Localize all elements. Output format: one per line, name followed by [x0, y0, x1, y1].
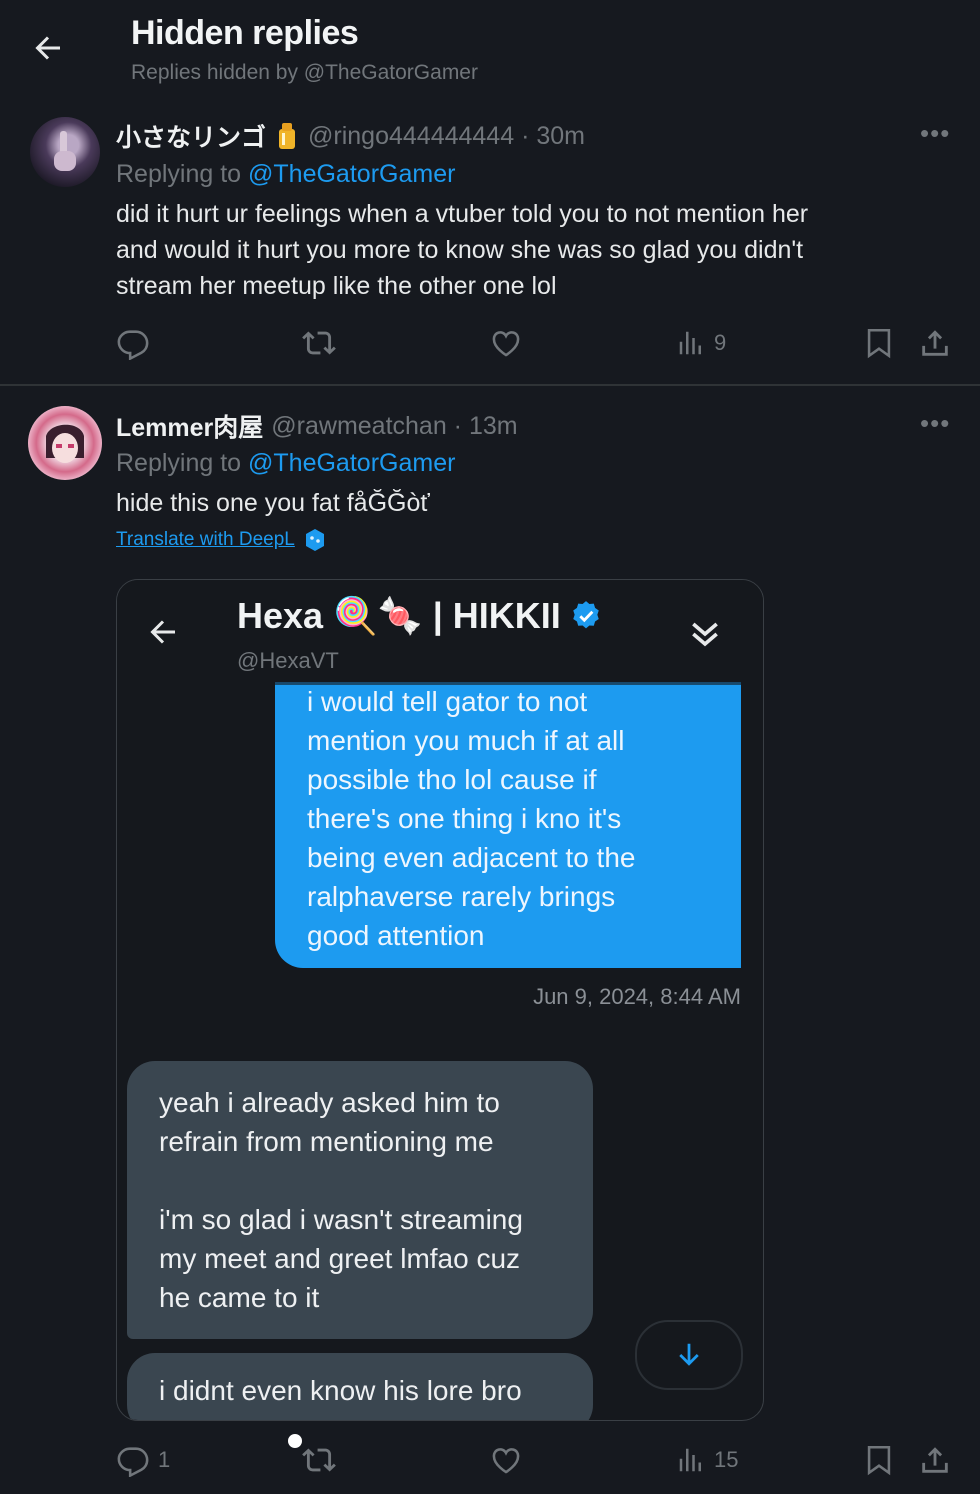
deepl-icon — [305, 529, 324, 551]
reply-count: 1 — [158, 1447, 171, 1472]
like-icon — [492, 1448, 520, 1474]
reply-icon — [117, 1447, 149, 1477]
avatar[interactable] — [30, 117, 100, 187]
badge-icon — [279, 123, 296, 149]
reply-icon — [117, 330, 149, 360]
received-message: yeah i already asked him to refrain from… — [127, 1061, 593, 1339]
retweet-button[interactable] — [302, 1443, 336, 1477]
more-icon[interactable]: ••• — [920, 408, 950, 439]
handle-and-time[interactable]: @rawmeatchan · 13m — [271, 412, 517, 441]
replying-to: Replying to @TheGatorGamer — [116, 449, 456, 477]
page-subtitle: Replies hidden by @TheGatorGamer — [131, 61, 478, 84]
more-icon[interactable]: ••• — [920, 118, 950, 149]
mention-link[interactable]: @TheGatorGamer — [248, 449, 455, 477]
tweet-text: hide this one you fat fåĞĞòť — [116, 489, 430, 517]
dm-handle: @HexaVT — [237, 648, 339, 673]
retweet-icon — [302, 1448, 336, 1472]
scroll-down-button — [635, 1320, 743, 1390]
bookmark-icon — [867, 328, 891, 359]
share-button[interactable] — [918, 326, 952, 360]
views-icon — [679, 1448, 701, 1472]
verified-icon — [573, 601, 599, 629]
back-button[interactable] — [30, 30, 66, 66]
views-count: 9 — [714, 330, 727, 355]
reply-button[interactable] — [116, 326, 150, 360]
cursor-icon — [286, 1432, 304, 1450]
display-name[interactable]: Lemmer肉屋 — [116, 408, 263, 444]
tweet-text: did it hurt ur feelings when a vtuber to… — [116, 200, 809, 300]
divider — [0, 384, 980, 386]
retweet-button[interactable] — [302, 326, 336, 360]
arrow-down-icon — [679, 1343, 699, 1366]
dm-title: Hexa 🍭🍬 | HIKKII — [237, 595, 603, 637]
like-button[interactable] — [489, 326, 523, 360]
dm-header: Hexa 🍭🍬 | HIKKII @HexaVT — [117, 580, 763, 685]
like-button[interactable] — [489, 1443, 523, 1477]
replying-to: Replying to @TheGatorGamer — [116, 160, 456, 188]
reply-button[interactable]: 1 — [116, 1443, 170, 1477]
share-button[interactable] — [918, 1443, 952, 1477]
back-arrow-icon — [35, 36, 60, 60]
like-icon — [492, 331, 520, 357]
views-icon — [679, 331, 701, 355]
bookmark-button[interactable] — [862, 326, 896, 360]
page-title: Hidden replies — [131, 14, 359, 52]
display-name[interactable]: 小さなリンゴ — [116, 118, 266, 154]
translate-link[interactable]: Translate with DeepL — [116, 528, 327, 552]
share-icon — [922, 1447, 948, 1473]
bookmark-button[interactable] — [862, 1443, 896, 1477]
received-message: i didnt even know his lore bro — [127, 1353, 593, 1420]
views-button[interactable]: 9 — [676, 328, 726, 358]
chevrons-down-icon — [692, 622, 718, 647]
share-icon — [922, 330, 948, 356]
sent-message: i would tell gator to not mention you mu… — [275, 682, 741, 968]
bookmark-icon — [867, 1445, 891, 1476]
handle-and-time[interactable]: @ringo444444444 · 30m — [308, 122, 585, 151]
attached-image[interactable]: Hexa 🍭🍬 | HIKKII @HexaVT i would tell ga… — [116, 579, 764, 1421]
mention-link[interactable]: @TheGatorGamer — [248, 160, 455, 188]
views-button[interactable]: 15 — [676, 1445, 738, 1475]
views-count: 15 — [714, 1447, 739, 1472]
avatar[interactable] — [28, 406, 102, 480]
back-arrow-icon — [150, 620, 175, 644]
retweet-icon — [302, 331, 336, 355]
message-timestamp: Jun 9, 2024, 8:44 AM — [533, 984, 741, 1009]
